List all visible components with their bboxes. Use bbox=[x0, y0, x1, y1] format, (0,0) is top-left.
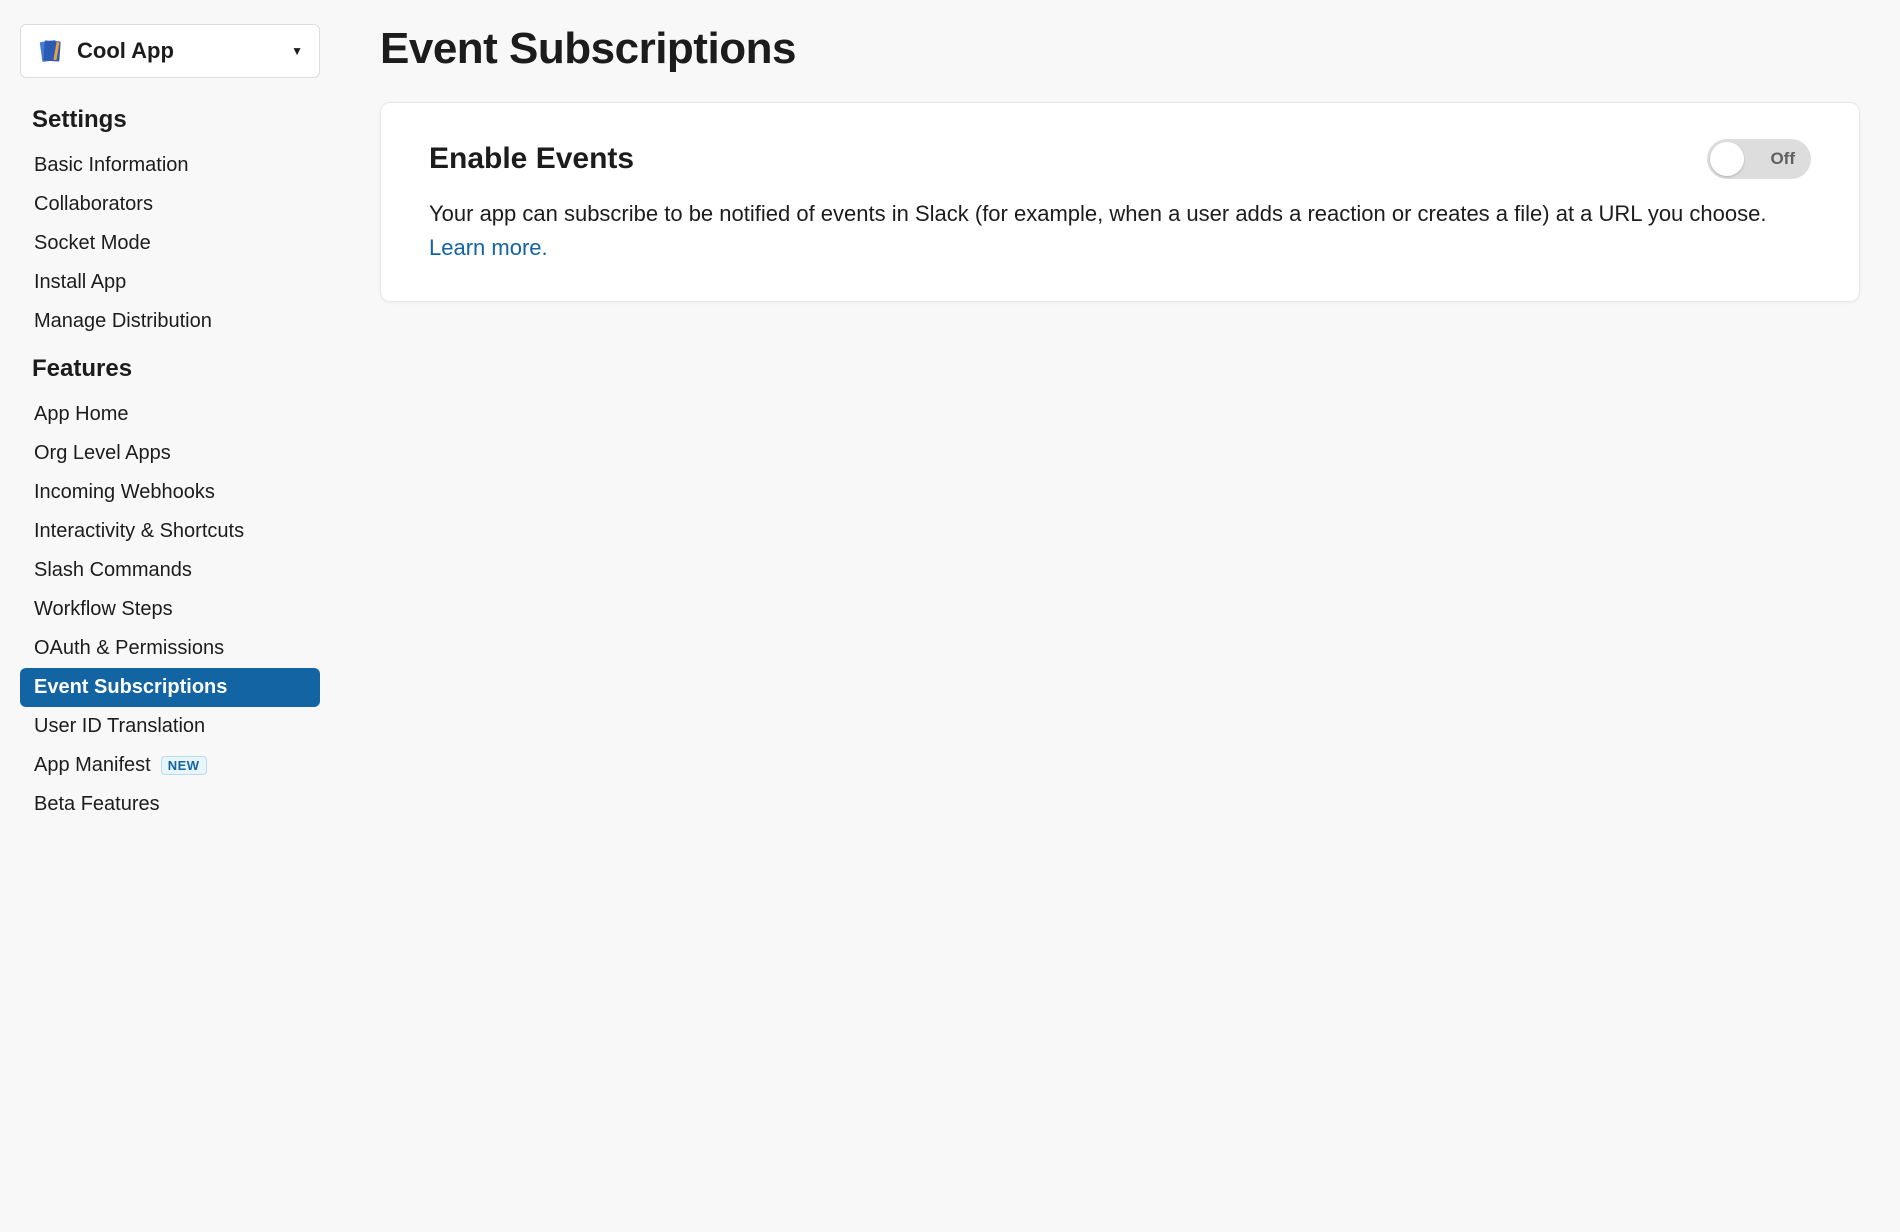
nav-item-org-level-apps[interactable]: Org Level Apps bbox=[20, 434, 320, 473]
nav-item-label: Incoming Webhooks bbox=[34, 481, 215, 504]
nav-item-slash-commands[interactable]: Slash Commands bbox=[20, 551, 320, 590]
enable-events-toggle[interactable]: Off bbox=[1707, 139, 1811, 179]
page-title: Event Subscriptions bbox=[380, 24, 1860, 74]
nav-item-label: Install App bbox=[34, 271, 126, 294]
sidebar-section-features: Features App Home Org Level Apps Incomin… bbox=[20, 355, 320, 824]
nav-item-label: Workflow Steps bbox=[34, 598, 173, 621]
nav-item-interactivity-shortcuts[interactable]: Interactivity & Shortcuts bbox=[20, 512, 320, 551]
main-content: Event Subscriptions Enable Events Off Yo… bbox=[340, 0, 1900, 1232]
toggle-knob bbox=[1710, 142, 1744, 176]
nav-item-basic-information[interactable]: Basic Information bbox=[20, 146, 320, 185]
nav-item-label: User ID Translation bbox=[34, 715, 205, 738]
app-name: Cool App bbox=[77, 38, 174, 64]
nav-list-features: App Home Org Level Apps Incoming Webhook… bbox=[20, 395, 320, 824]
nav-item-workflow-steps[interactable]: Workflow Steps bbox=[20, 590, 320, 629]
nav-item-event-subscriptions[interactable]: Event Subscriptions bbox=[20, 668, 320, 707]
nav-item-oauth-permissions[interactable]: OAuth & Permissions bbox=[20, 629, 320, 668]
nav-item-incoming-webhooks[interactable]: Incoming Webhooks bbox=[20, 473, 320, 512]
toggle-state-label: Off bbox=[1770, 149, 1795, 169]
nav-item-manage-distribution[interactable]: Manage Distribution bbox=[20, 302, 320, 341]
nav-item-label: Basic Information bbox=[34, 154, 189, 177]
nav-item-beta-features[interactable]: Beta Features bbox=[20, 785, 320, 824]
nav-item-label: Beta Features bbox=[34, 793, 160, 816]
nav-item-label: Socket Mode bbox=[34, 232, 151, 255]
sidebar-section-settings: Settings Basic Information Collaborators… bbox=[20, 106, 320, 341]
nav-item-label: App Home bbox=[34, 403, 129, 426]
nav-item-socket-mode[interactable]: Socket Mode bbox=[20, 224, 320, 263]
nav-item-label: Event Subscriptions bbox=[34, 676, 227, 699]
nav-item-label: Interactivity & Shortcuts bbox=[34, 520, 244, 543]
nav-item-install-app[interactable]: Install App bbox=[20, 263, 320, 302]
nav-item-label: Org Level Apps bbox=[34, 442, 171, 465]
card-title: Enable Events bbox=[429, 142, 634, 176]
nav-item-label: Collaborators bbox=[34, 193, 153, 216]
card-header: Enable Events Off bbox=[429, 139, 1811, 179]
nav-list-settings: Basic Information Collaborators Socket M… bbox=[20, 146, 320, 341]
nav-item-label: Manage Distribution bbox=[34, 310, 212, 333]
nav-item-user-id-translation[interactable]: User ID Translation bbox=[20, 707, 320, 746]
app-icon bbox=[37, 37, 65, 65]
nav-item-label: OAuth & Permissions bbox=[34, 637, 224, 660]
new-badge: NEW bbox=[161, 756, 207, 775]
nav-item-app-home[interactable]: App Home bbox=[20, 395, 320, 434]
section-heading-settings: Settings bbox=[32, 106, 320, 134]
nav-item-label: Slash Commands bbox=[34, 559, 192, 582]
app-selector[interactable]: Cool App ▼ bbox=[20, 24, 320, 78]
learn-more-link[interactable]: Learn more. bbox=[429, 235, 548, 260]
nav-item-label: App Manifest bbox=[34, 754, 151, 777]
nav-item-app-manifest[interactable]: App Manifest NEW bbox=[20, 746, 320, 785]
section-heading-features: Features bbox=[32, 355, 320, 383]
sidebar: Cool App ▼ Settings Basic Information Co… bbox=[0, 0, 340, 1232]
app-selector-content: Cool App bbox=[37, 37, 174, 65]
chevron-down-icon: ▼ bbox=[291, 44, 303, 58]
card-description: Your app can subscribe to be notified of… bbox=[429, 197, 1811, 265]
card-description-text: Your app can subscribe to be notified of… bbox=[429, 201, 1766, 226]
enable-events-card: Enable Events Off Your app can subscribe… bbox=[380, 102, 1860, 302]
nav-item-collaborators[interactable]: Collaborators bbox=[20, 185, 320, 224]
